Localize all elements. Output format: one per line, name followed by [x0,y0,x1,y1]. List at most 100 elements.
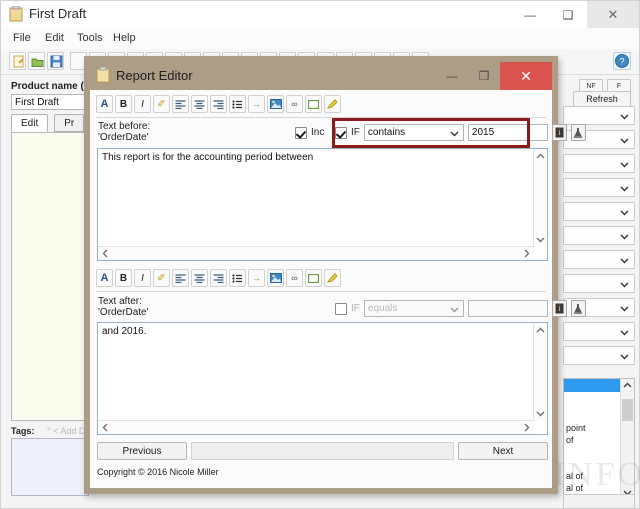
list-item[interactable]: of [566,435,574,445]
refresh-button[interactable]: Refresh [573,91,631,107]
insert-image-button[interactable] [267,95,284,113]
align-left-button[interactable] [172,95,189,113]
text-before-content[interactable]: This report is for the accounting period… [102,152,531,163]
include-checkbox-before[interactable] [295,126,307,139]
info-field-button-after[interactable]: i [551,300,567,317]
tags-label: Tags: [11,426,35,436]
list-item[interactable]: al of [566,483,583,493]
chevron-down-icon[interactable] [536,235,545,244]
editor-left-panel[interactable] [11,132,89,421]
align-right-button-after[interactable] [210,269,227,287]
application-window: First Draft — ❑ ✕ File Edit Tools Help ?… [0,0,640,509]
tags-placeholder[interactable]: ° < Add D [47,426,85,436]
text-after-editor[interactable]: and 2016. [97,322,548,435]
tab-preview[interactable]: Pr [54,114,85,132]
font-icon: A [100,98,109,110]
text-box-button-after[interactable] [305,269,322,287]
insert-marker-button-after[interactable] [570,300,586,317]
close-button[interactable]: ✕ [587,1,639,28]
text-before-vscrollbar[interactable] [533,149,547,247]
insert-link-button[interactable]: ∞ [286,95,303,113]
field-dropdown-11[interactable] [563,346,635,365]
bullet-list-button[interactable] [229,95,246,113]
format-painter-button[interactable]: ✐ [153,95,170,113]
menu-edit[interactable]: Edit [45,32,64,44]
scrollbar-thumb[interactable] [622,399,633,421]
maximize-button[interactable]: ❑ [549,1,587,28]
highlighter-icon [327,99,338,109]
bottom-dropdown[interactable] [563,494,635,509]
chevron-up-icon[interactable] [623,381,632,390]
help-button[interactable]: ? [613,52,631,70]
operator-select-after[interactable]: equals [363,300,464,317]
menu-help[interactable]: Help [113,32,136,44]
align-right-button[interactable] [210,95,227,113]
text-after-hscrollbar[interactable] [98,420,534,434]
highlighter-button[interactable] [324,95,341,113]
font-button-after[interactable]: A [96,269,113,287]
field-dropdown-10[interactable] [563,322,635,341]
menu-tools[interactable]: Tools [77,32,103,44]
list-item[interactable]: al of [566,471,583,481]
chevron-down-icon[interactable] [536,409,545,418]
field-dropdown-6[interactable] [563,226,635,245]
font-button[interactable]: A [96,95,113,113]
text-before-editor[interactable]: This report is for the accounting period… [97,148,548,261]
chevron-left-icon[interactable] [101,249,110,258]
results-list[interactable]: point of al of al of [563,378,635,500]
results-selected-row[interactable] [564,379,620,392]
chevron-up-icon[interactable] [536,326,545,335]
tags-box[interactable] [11,438,89,496]
italic-button[interactable]: I [134,95,151,113]
tab-edit[interactable]: Edit [11,114,49,132]
align-center-button-after[interactable] [191,269,208,287]
insert-image-button-after[interactable] [267,269,284,287]
minimize-button[interactable]: — [511,1,549,28]
dialog-close-button[interactable]: ✕ [500,62,552,90]
field-dropdown-3[interactable] [563,154,635,173]
if-checkbox-before[interactable] [335,126,347,139]
text-box-button[interactable] [305,95,322,113]
bold-button[interactable]: B [115,95,132,113]
info-field-button-before[interactable]: i [551,124,567,141]
highlighter-button-after[interactable] [324,269,341,287]
align-left-button-after[interactable] [172,269,189,287]
indent-button[interactable]: → [248,95,265,113]
insert-image-icon [269,99,282,109]
if-checkbox-after[interactable] [335,302,347,315]
toolbar-new-document-button[interactable] [9,52,26,70]
next-button[interactable]: Next [458,442,548,460]
condition-value-input-after[interactable] [467,300,548,317]
operator-select-before[interactable]: contains [363,124,464,141]
field-dropdown-7[interactable] [563,250,635,269]
indent-button-after[interactable]: → [248,269,265,287]
insert-link-button-after[interactable]: ∞ [286,269,303,287]
text-before-hscrollbar[interactable] [98,246,534,260]
chevron-right-icon[interactable] [522,249,531,258]
chevron-right-icon[interactable] [522,423,531,432]
text-after-vscrollbar[interactable] [533,323,547,421]
text-before-label-line1: Text before: [98,121,151,132]
dialog-maximize-button[interactable]: ❐ [468,62,500,90]
field-dropdown-8[interactable] [563,274,635,293]
bullet-list-icon [232,99,242,109]
field-dropdown-4[interactable] [563,178,635,197]
results-scrollbar[interactable] [620,379,634,499]
previous-button[interactable]: Previous [97,442,187,460]
dialog-minimize-button[interactable]: — [436,62,468,90]
text-after-content[interactable]: and 2016. [102,326,531,337]
italic-button-after[interactable]: I [134,269,151,287]
chevron-up-icon[interactable] [536,152,545,161]
insert-marker-button-before[interactable] [570,124,586,141]
toolbar-open-button[interactable] [28,52,45,70]
field-dropdown-5[interactable] [563,202,635,221]
list-item[interactable]: point [566,423,586,433]
bold-button-after[interactable]: B [115,269,132,287]
bullet-list-button-after[interactable] [229,269,246,287]
format-painter-button-after[interactable]: ✐ [153,269,170,287]
align-center-button[interactable] [191,95,208,113]
chevron-left-icon[interactable] [101,423,110,432]
condition-value-input-before[interactable]: 2015 [467,124,548,141]
toolbar-save-button[interactable] [47,52,64,70]
menu-file[interactable]: File [13,32,31,44]
